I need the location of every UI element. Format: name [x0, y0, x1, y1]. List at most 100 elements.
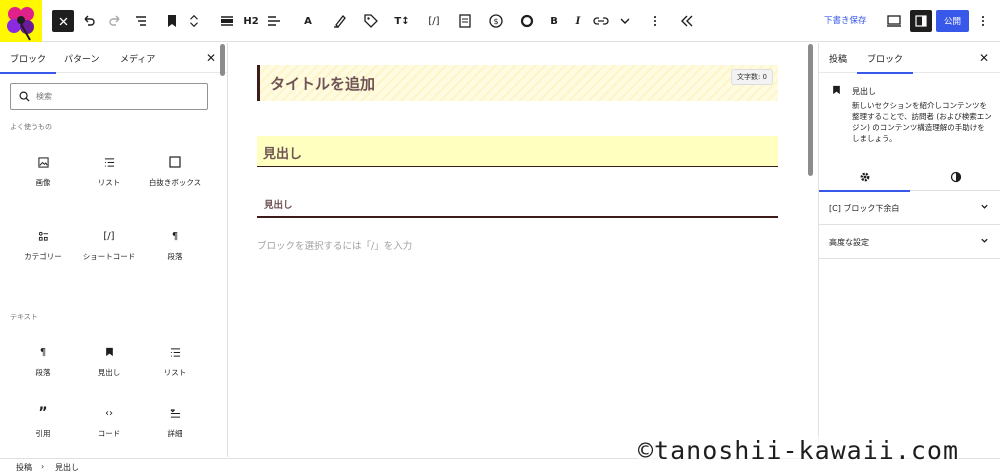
panel-title: [C] ブロック下余白: [829, 204, 900, 213]
block-item-image[interactable]: 画像: [10, 153, 76, 188]
block-label: 引用: [35, 429, 51, 438]
block-item-code[interactable]: ‹› コード: [76, 404, 142, 439]
block-item-paragraph[interactable]: ¶ 段落: [10, 343, 76, 378]
chevron-down-icon: [980, 202, 989, 214]
heading-h2-text: 見出し: [263, 147, 303, 162]
canvas-scrollbar[interactable]: [808, 44, 813, 176]
list-icon: [76, 153, 142, 171]
tab-blocks[interactable]: ブロック: [0, 52, 57, 74]
shortcode-icon: [/]: [103, 230, 115, 242]
heading-level-button[interactable]: H2: [242, 9, 260, 33]
tag-icon[interactable]: [362, 9, 380, 33]
heading-bookmark-icon: [76, 343, 142, 361]
inserter-scrollbar[interactable]: [220, 44, 225, 76]
site-logo-icon[interactable]: [0, 0, 42, 42]
bold-button[interactable]: B: [546, 9, 562, 33]
svg-text:$: $: [493, 17, 498, 26]
redo-icon[interactable]: [106, 9, 124, 33]
chevron-down-icon[interactable]: [617, 9, 633, 33]
group-title-frequent: よく使うもの: [10, 123, 52, 131]
box-icon: [142, 153, 208, 171]
circle-icon[interactable]: [518, 9, 536, 33]
heading-h3-text: 見出し: [264, 200, 293, 211]
block-item-list[interactable]: リスト: [76, 153, 142, 188]
close-icon[interactable]: ✕: [206, 51, 216, 65]
quote-icon: ”: [38, 405, 48, 421]
block-item-heading[interactable]: 見出し: [76, 343, 142, 378]
move-updown-icon[interactable]: [187, 9, 201, 33]
highlighter-icon[interactable]: [331, 9, 349, 33]
heading-h3-block[interactable]: 見出し: [257, 192, 778, 218]
block-label: 詳細: [167, 429, 183, 438]
italic-button[interactable]: I: [570, 9, 586, 33]
font-size-button[interactable]: T↕: [393, 9, 411, 33]
shortcode-button[interactable]: [/]: [424, 9, 444, 33]
link-icon[interactable]: [592, 9, 610, 33]
preview-icon[interactable]: [885, 9, 903, 33]
breadcrumb-item-heading[interactable]: 見出し: [55, 462, 79, 473]
block-label: ショートコード: [82, 252, 136, 261]
search-input[interactable]: [36, 92, 196, 101]
block-inspector-tabs: [819, 163, 1000, 192]
image-icon: [10, 153, 76, 171]
bookmark-icon[interactable]: [163, 9, 181, 33]
dollar-icon[interactable]: $: [487, 9, 505, 33]
block-item-shortcode[interactable]: [/] ショートコード: [76, 227, 142, 262]
publish-button[interactable]: 公開: [936, 10, 969, 32]
settings-sidebar-toggle-button[interactable]: [910, 10, 932, 32]
tab-block[interactable]: ブロック: [856, 52, 914, 74]
block-item-category[interactable]: カテゴリー: [10, 227, 76, 262]
watermark-text: ©tanoshii-kawaii.com: [638, 436, 960, 465]
editor-toolbar: H2 A T↕ [/] $ B I 下書き保存 公開: [0, 0, 1000, 42]
sidebar-tabs: 投稿 ブロック ✕: [819, 43, 1000, 74]
block-item-details[interactable]: 詳細: [142, 404, 208, 439]
contrast-icon: [950, 171, 961, 183]
block-search-field[interactable]: [10, 83, 208, 110]
chevron-down-icon: [980, 236, 989, 248]
block-label: 段落: [167, 252, 183, 261]
collapse-toolbar-icon[interactable]: [678, 9, 696, 33]
tab-post[interactable]: 投稿: [829, 52, 847, 65]
post-title-placeholder: タイトルを追加: [270, 75, 376, 93]
breadcrumb-separator: ›: [41, 462, 45, 471]
list-view-icon[interactable]: [132, 9, 150, 33]
post-title-field[interactable]: タイトルを追加 文字数: 0: [257, 65, 778, 101]
breadcrumb-item-post[interactable]: 投稿: [16, 462, 32, 473]
tab-patterns[interactable]: パターン: [64, 52, 100, 65]
block-label: 画像: [35, 178, 51, 187]
close-inserter-button[interactable]: [52, 10, 74, 32]
text-align-icon[interactable]: [265, 9, 283, 33]
document-icon[interactable]: [456, 9, 474, 33]
tab-settings[interactable]: [819, 163, 910, 192]
block-label: リスト: [97, 178, 121, 187]
code-icon: ‹›: [105, 407, 113, 419]
details-icon: [142, 404, 208, 422]
tab-media[interactable]: メディア: [120, 52, 155, 65]
panel-advanced[interactable]: 高度な設定: [819, 225, 1000, 259]
heading-h2-block[interactable]: 見出し: [257, 136, 778, 167]
options-menu-icon[interactable]: [976, 9, 990, 33]
list-icon: [142, 343, 208, 361]
paragraph-icon: ¶: [171, 230, 179, 242]
block-item-paragraph[interactable]: ¶ 段落: [142, 227, 208, 262]
panel-block-margin[interactable]: [C] ブロック下余白: [819, 191, 1000, 225]
more-options-icon[interactable]: [648, 9, 662, 33]
close-icon[interactable]: ✕: [979, 51, 989, 65]
category-icon: [10, 227, 76, 245]
align-full-icon[interactable]: [218, 9, 236, 33]
block-item-quote[interactable]: ” 引用: [10, 404, 76, 439]
heading-bookmark-icon: [832, 85, 841, 98]
settings-sidebar: 投稿 ブロック ✕ 見出し 新しいセクションを紹介しコンテンツを整理することで、…: [818, 43, 1000, 457]
font-button[interactable]: A: [300, 9, 316, 33]
paragraph-placeholder[interactable]: ブロックを選択するには「/」を入力: [257, 238, 412, 252]
block-item-list[interactable]: リスト: [142, 343, 208, 378]
save-draft-button[interactable]: 下書き保存: [824, 14, 867, 26]
tab-styles[interactable]: [910, 163, 1000, 191]
search-icon: [19, 91, 30, 102]
inserter-tabs: ブロック パターン メディア ✕: [0, 43, 228, 74]
block-item-box[interactable]: 白抜きボックス: [142, 153, 208, 188]
gear-icon: [860, 172, 869, 182]
undo-icon[interactable]: [80, 9, 98, 33]
block-inserter-panel: ブロック パターン メディア ✕ よく使うもの 画像 リスト 白抜きボックス カ…: [0, 43, 228, 457]
editor-canvas: タイトルを追加 文字数: 0 見出し 見出し ブロックを選択するには「/」を入力: [229, 43, 817, 457]
